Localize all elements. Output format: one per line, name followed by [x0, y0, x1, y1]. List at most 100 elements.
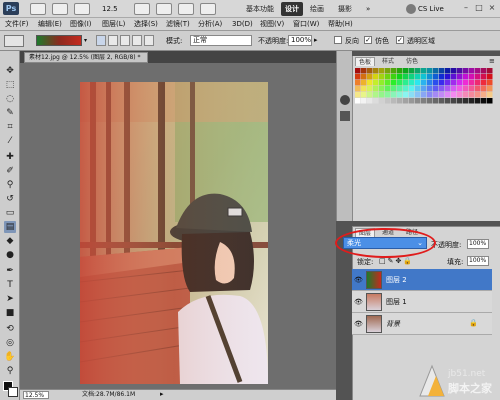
swatch-cell[interactable] — [475, 80, 481, 86]
healing-icon[interactable]: ✚ — [4, 151, 16, 163]
swatch-cell[interactable] — [487, 86, 493, 92]
close-icon[interactable]: × — [488, 4, 496, 12]
document-image[interactable] — [80, 82, 268, 384]
swatch-cell[interactable] — [469, 74, 475, 80]
panel-menu-icon[interactable]: ≡ — [489, 57, 495, 65]
swatch-cell[interactable] — [421, 74, 427, 80]
swatch-cell[interactable] — [385, 98, 391, 104]
swatch-cell[interactable] — [415, 74, 421, 80]
hand-icon[interactable] — [74, 3, 90, 15]
mode-select[interactable]: 正常 — [190, 35, 252, 46]
swatch-cell[interactable] — [427, 86, 433, 92]
swatch-cell[interactable] — [373, 98, 379, 104]
background-color-swatch[interactable] — [8, 387, 18, 397]
screen-mode-icon[interactable] — [200, 3, 216, 15]
angle-gradient-button[interactable] — [120, 35, 130, 46]
swatch-cell[interactable] — [475, 68, 481, 74]
quick-select-icon[interactable]: ✎ — [4, 107, 16, 119]
swatch-cell[interactable] — [373, 68, 379, 74]
swatch-cell[interactable] — [355, 68, 361, 74]
tab-styles[interactable]: 样式 — [379, 57, 397, 66]
swatch-cell[interactable] — [421, 68, 427, 74]
swatch-cell[interactable] — [361, 98, 367, 104]
swatch-cell[interactable] — [415, 68, 421, 74]
swatch-cell[interactable] — [445, 86, 451, 92]
swatch-cell[interactable] — [391, 68, 397, 74]
tab-swatches[interactable]: 色板 — [355, 57, 376, 66]
swatch-cell[interactable] — [361, 74, 367, 80]
swatch-cell[interactable] — [457, 80, 463, 86]
swatch-cell[interactable] — [403, 86, 409, 92]
swatch-cell[interactable] — [469, 98, 475, 104]
swatch-cell[interactable] — [373, 74, 379, 80]
swatch-cell[interactable] — [433, 68, 439, 74]
swatch-cell[interactable] — [367, 68, 373, 74]
eye-icon[interactable]: 👁 — [354, 320, 363, 328]
swatch-cell[interactable] — [403, 68, 409, 74]
transparency-checkbox[interactable]: ✓ — [396, 36, 404, 44]
zoom-level-select[interactable]: 12.5 — [100, 3, 126, 15]
swatch-cell[interactable] — [421, 98, 427, 104]
layer-row[interactable]: 👁 背景 🔒 — [352, 313, 492, 335]
swatch-cell[interactable] — [451, 74, 457, 80]
shape-icon[interactable]: ■ — [4, 307, 16, 319]
swatch-cell[interactable] — [445, 80, 451, 86]
layer-opacity-input[interactable]: 100% — [467, 239, 489, 249]
swatch-cell[interactable] — [445, 68, 451, 74]
swatch-cell[interactable] — [367, 74, 373, 80]
swatch-cell[interactable] — [433, 80, 439, 86]
opacity-input[interactable]: 100% — [288, 35, 312, 46]
swatch-cell[interactable] — [451, 80, 457, 86]
path-select-icon[interactable]: ➤ — [4, 293, 16, 305]
swatch-cell[interactable] — [481, 80, 487, 86]
zoom-tool-icon[interactable]: ⚲ — [4, 365, 16, 377]
swatch-cell[interactable] — [421, 86, 427, 92]
swatch-cell[interactable] — [457, 74, 463, 80]
menu-image[interactable]: 图像(I) — [70, 19, 92, 30]
swatch-cell[interactable] — [379, 92, 385, 98]
swatch-cell[interactable] — [487, 68, 493, 74]
swatch-cell[interactable] — [373, 80, 379, 86]
swatch-cell[interactable] — [481, 68, 487, 74]
menu-file[interactable]: 文件(F) — [5, 19, 29, 30]
document-tab[interactable]: 素材12.jpg @ 12.5% (图层 2, RGB/8) * — [24, 52, 148, 63]
swatch-cell[interactable] — [433, 86, 439, 92]
3d-rotate-icon[interactable]: ⟲ — [4, 323, 16, 335]
swatch-cell[interactable] — [469, 86, 475, 92]
lock-options-icon[interactable]: □✎✥🔒 — [379, 257, 414, 265]
marquee-icon[interactable]: ⬚ — [4, 79, 16, 91]
swatch-cell[interactable] — [367, 98, 373, 104]
bridge-icon[interactable] — [30, 3, 46, 15]
menu-help[interactable]: 帮助(H) — [328, 19, 353, 30]
swatch-cell[interactable] — [439, 68, 445, 74]
swatch-cell[interactable] — [427, 80, 433, 86]
swatch-cell[interactable] — [439, 80, 445, 86]
eye-icon[interactable]: 👁 — [354, 276, 363, 284]
gradient-picker[interactable] — [36, 35, 82, 46]
swatch-cell[interactable] — [415, 92, 421, 98]
swatch-cell[interactable] — [391, 92, 397, 98]
gradient-icon[interactable]: ▤ — [4, 221, 16, 233]
dodge-icon[interactable]: ● — [4, 249, 16, 261]
zoom-icon[interactable] — [134, 3, 150, 15]
pen-icon[interactable]: ✒ — [4, 265, 16, 277]
gradient-tool-preset-icon[interactable] — [4, 35, 24, 47]
swatch-cell[interactable] — [355, 80, 361, 86]
swatch-cell[interactable] — [385, 80, 391, 86]
swatch-cell[interactable] — [373, 86, 379, 92]
swatch-cell[interactable] — [361, 80, 367, 86]
swatch-cell[interactable] — [385, 86, 391, 92]
swatch-cell[interactable] — [445, 98, 451, 104]
swatch-cell[interactable] — [475, 92, 481, 98]
diamond-gradient-button[interactable] — [144, 35, 154, 46]
swatch-cell[interactable] — [439, 74, 445, 80]
swatch-cell[interactable] — [391, 74, 397, 80]
lasso-icon[interactable]: ◌ — [4, 93, 16, 105]
menu-select[interactable]: 选择(S) — [134, 19, 158, 30]
workspace-photo-button[interactable]: 摄影 — [334, 2, 356, 16]
swatch-cell[interactable] — [433, 92, 439, 98]
swatch-cell[interactable] — [385, 68, 391, 74]
tab-dither[interactable]: 仿色 — [403, 57, 421, 66]
swatch-cell[interactable] — [409, 98, 415, 104]
opacity-dropdown-icon[interactable]: ▸ — [314, 36, 318, 44]
